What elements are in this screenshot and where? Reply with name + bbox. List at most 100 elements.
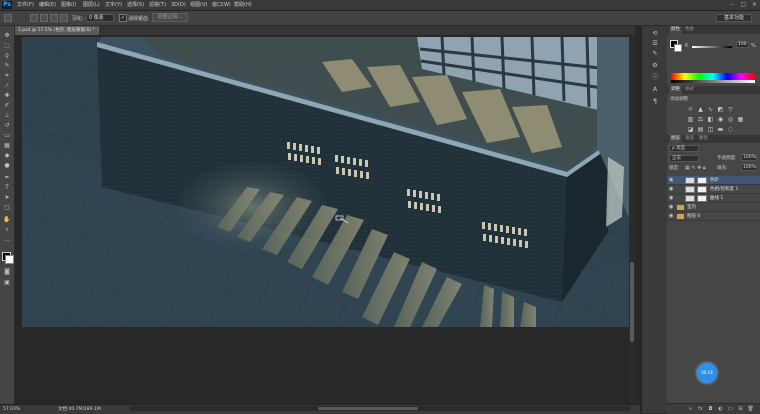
blend-mode-select[interactable]: 正常 [669,155,699,162]
background-color-swatch[interactable] [5,255,14,264]
antialias-checkbox[interactable]: ✓ [119,14,127,22]
pen-tool-icon[interactable]: ✒ [3,174,11,181]
menu-image[interactable]: 图像(I) [61,1,76,9]
lock-icons[interactable]: ▦ ✎ ✥ 🔒︎ [685,165,706,171]
menu-type[interactable]: 文字(Y) [105,1,122,9]
feather-input[interactable]: 0 像素 [86,14,114,22]
menu-layer[interactable]: 图层(L) [83,1,100,9]
crop-tool-icon[interactable]: ⌗ [3,72,11,79]
shape-tool-icon[interactable]: ▢ [3,204,11,211]
selective-color-icon[interactable]: ◌ [727,126,734,133]
eyedropper-tool-icon[interactable]: ⁄ [3,82,11,89]
horizontal-scroll-thumb[interactable] [318,407,418,410]
layer-row[interactable]: ◉ 图层 0 [667,212,760,221]
color-balance-icon[interactable]: ⚖ [697,116,704,123]
menu-file[interactable]: 文件(F) [17,1,34,9]
refine-edge-button[interactable]: 调整边缘... [152,13,188,22]
zoom-tool-icon[interactable]: ⌕ [3,226,11,233]
quick-select-tool-icon[interactable]: ✎ [3,62,11,69]
tab-paths[interactable]: 路径 [697,135,710,143]
gradient-tool-icon[interactable]: ▦ [3,142,11,149]
quick-mask-icon[interactable]: ◙ [3,268,11,275]
zoom-field[interactable]: 57.03% [3,406,20,413]
info-icon[interactable]: ⓘ [651,74,659,82]
gray-ramp[interactable] [671,80,755,83]
intersect-selection-icon[interactable] [60,14,68,22]
layer-mask-thumbnail[interactable] [697,186,707,193]
layer-name[interactable]: 曲线 1 [710,194,723,203]
marquee-tool-preset-icon[interactable] [4,14,12,22]
floating-timer-badge[interactable]: 00:14 [697,363,717,383]
minimize-button[interactable]: – [728,1,737,8]
panel-background-swatch[interactable] [674,44,682,52]
new-layer-icon[interactable]: ⊞ [737,406,744,412]
clone-source-icon[interactable]: ⚙ [651,62,659,70]
menu-edit[interactable]: 编辑(E) [39,1,56,9]
healing-brush-tool-icon[interactable]: ✚ [3,92,11,99]
layer-mask-thumbnail[interactable] [697,195,707,202]
vertical-scrollbar[interactable] [629,37,635,403]
fill-input[interactable]: 100% [741,164,757,171]
new-selection-icon[interactable] [30,14,38,22]
delete-layer-icon[interactable]: 🗑︎ [747,406,754,412]
close-button[interactable]: ✕ [750,1,759,8]
tab-styles[interactable]: 样式 [683,86,696,94]
curves-icon[interactable]: ∿ [707,106,714,113]
visibility-eye-icon[interactable]: ◉ [669,186,675,193]
hue-saturation-icon[interactable]: ▥ [687,116,694,123]
menu-select[interactable]: 选择(S) [127,1,144,9]
eraser-tool-icon[interactable]: ▭ [3,132,11,139]
menu-help[interactable]: 帮助(H) [234,1,252,9]
maximize-button[interactable]: ▢ [739,1,748,8]
layer-name[interactable]: 色相/饱和度 1 [710,185,738,194]
threshold-icon[interactable]: ◫ [707,126,714,133]
lasso-tool-icon[interactable]: ϙ [3,52,11,59]
layer-row[interactable]: ◉ 室内 [667,203,760,212]
dodge-tool-icon[interactable]: ● [3,162,11,169]
character-icon[interactable]: A [651,86,659,94]
layer-mask-thumbnail[interactable] [697,177,707,184]
color-spectrum[interactable] [671,73,755,80]
layer-name[interactable]: 色阶 [710,176,719,185]
paragraph-icon[interactable]: ¶ [651,98,659,106]
layer-row[interactable]: ◉ 色相/饱和度 1 [667,185,760,194]
subtract-selection-icon[interactable] [50,14,58,22]
marquee-tool-icon[interactable]: ⬚ [3,42,11,49]
black-white-icon[interactable]: ◧ [707,116,714,123]
menu-view[interactable]: 视图(V) [190,1,207,9]
menu-window[interactable]: 窗口(W) [212,1,231,9]
hand-tool-icon[interactable]: ✋ [3,216,11,223]
document-canvas[interactable] [22,37,631,327]
invert-icon[interactable]: ◪ [687,126,694,133]
vibrance-icon[interactable]: ▽ [727,106,734,113]
history-icon[interactable]: ⟲ [651,30,659,38]
path-selection-tool-icon[interactable]: ➤ [3,194,11,201]
move-tool-icon[interactable]: ✥ [3,32,11,39]
more-tools-icon[interactable]: … [3,236,11,243]
opacity-input[interactable]: 100% [741,154,757,161]
tab-adjustments[interactable]: 调整 [669,86,682,94]
tab-color[interactable]: 颜色 [669,26,682,34]
tab-channels[interactable]: 通道 [683,135,696,143]
tab-layers[interactable]: 图层 [669,135,682,143]
visibility-eye-icon[interactable]: ◉ [669,177,675,184]
type-tool-icon[interactable]: T [3,184,11,191]
brush-tool-icon[interactable]: ✐ [3,102,11,109]
layer-row[interactable]: ◉ 曲线 1 [667,194,760,203]
brush-preset-icon[interactable]: ✎ [651,50,659,58]
new-adjustment-icon[interactable]: ◐ [717,406,724,412]
vertical-scroll-thumb[interactable] [630,262,634,342]
k-channel-value[interactable]: 100 [736,42,749,48]
brightness-icon[interactable]: ☼ [687,106,694,113]
exposure-icon[interactable]: ◩ [717,106,724,113]
properties-icon[interactable]: ☰ [651,40,659,48]
history-brush-tool-icon[interactable]: ↺ [3,122,11,129]
posterize-icon[interactable]: ▤ [697,126,704,133]
color-lookup-icon[interactable]: ▦ [737,116,744,123]
menu-3d[interactable]: 3D(D) [171,1,186,9]
add-selection-icon[interactable] [40,14,48,22]
k-channel-slider[interactable] [692,46,732,48]
layer-name[interactable]: 图层 0 [687,212,700,221]
menu-filter[interactable]: 滤镜(T) [149,1,166,9]
add-mask-icon[interactable]: ◘ [707,406,714,412]
